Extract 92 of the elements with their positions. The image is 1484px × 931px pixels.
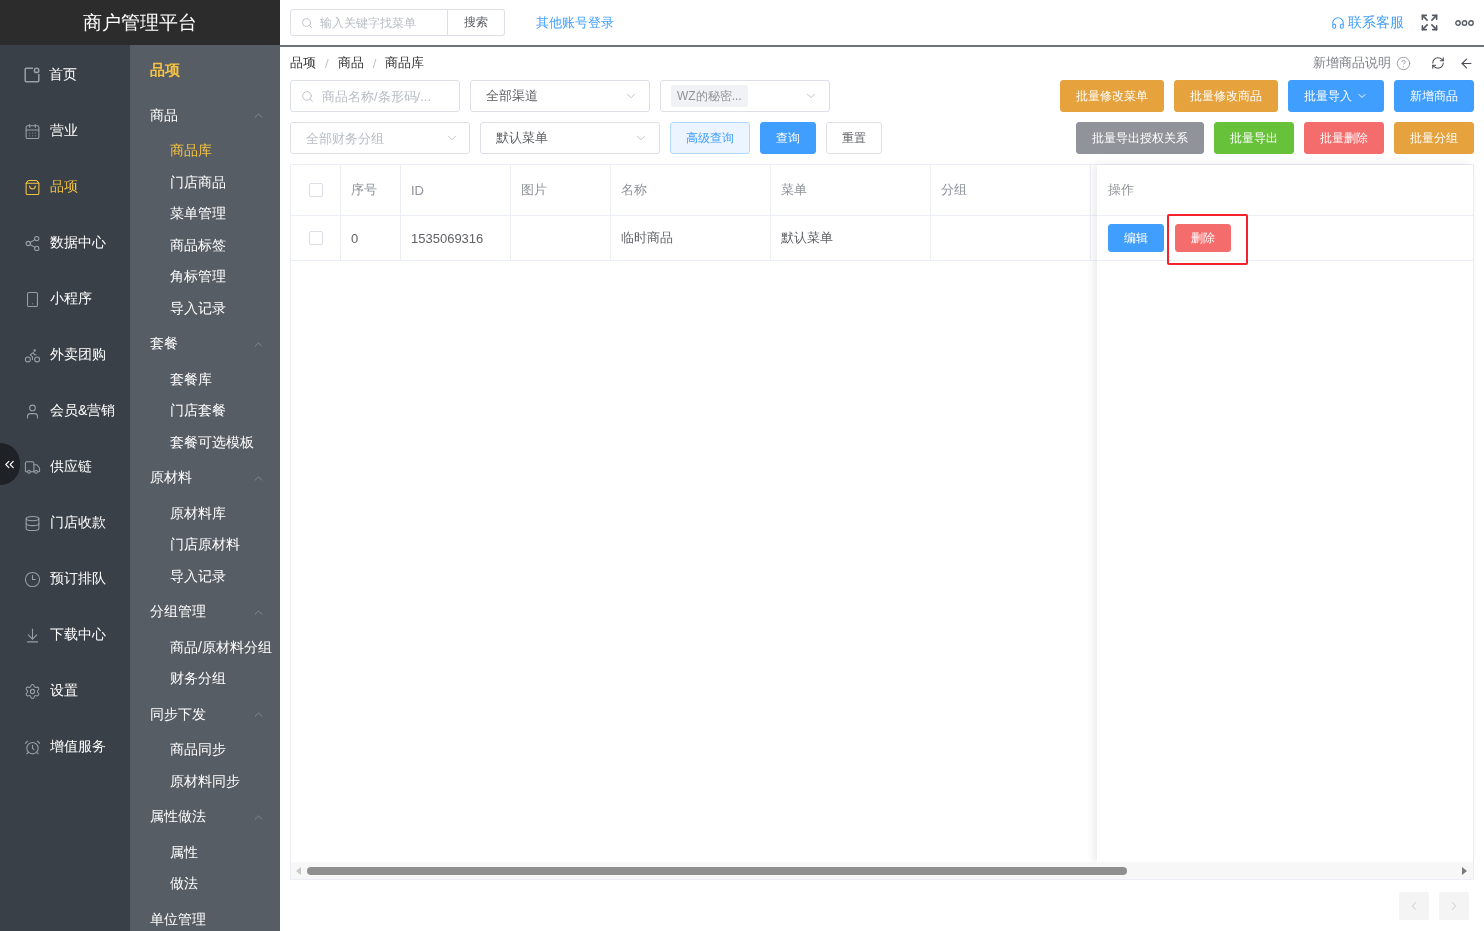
alarm-clock-icon xyxy=(24,738,41,756)
nav-subitem[interactable]: 角标管理 xyxy=(130,261,280,293)
nav-group-header[interactable]: 单位管理 xyxy=(130,900,280,931)
column-header: 图片 xyxy=(521,181,547,199)
download-icon xyxy=(24,626,41,644)
table-cell: 1535069316 xyxy=(411,230,484,246)
nav-subitem[interactable]: 套餐库 xyxy=(130,364,280,396)
nav-subitem[interactable]: 财务分组 xyxy=(130,663,280,695)
help-link[interactable]: 新增商品说明 xyxy=(1313,54,1411,72)
nav-item[interactable]: 营业 xyxy=(21,103,130,159)
menu-select[interactable]: 默认菜单 xyxy=(480,122,660,154)
column-header: 名称 xyxy=(621,181,647,199)
nav-item[interactable]: 首页 xyxy=(21,47,130,103)
nav-group-header[interactable]: 套餐 xyxy=(130,324,280,364)
share-icon xyxy=(24,234,41,252)
nav-group-header[interactable]: 分组管理 xyxy=(130,592,280,632)
clock-icon xyxy=(24,570,41,588)
back-arrow-icon[interactable] xyxy=(1459,55,1474,71)
table-cell: 0 xyxy=(351,230,359,246)
nav-subitem[interactable]: 门店套餐 xyxy=(130,395,280,427)
nav-item[interactable]: 增值服务 xyxy=(21,719,130,775)
nav-subitem[interactable]: 门店商品 xyxy=(130,167,280,199)
shopping-bag-icon xyxy=(24,178,41,196)
column-header: ID xyxy=(411,182,424,198)
scrollbar-thumb[interactable] xyxy=(307,866,1127,875)
keyword-search-field[interactable]: 商品名称/条形码/... xyxy=(290,80,460,112)
nav-subitem[interactable]: 菜单管理 xyxy=(130,198,280,230)
store-tag: WZ的秘密... xyxy=(671,85,748,107)
nav-group-header[interactable]: 属性做法 xyxy=(130,797,280,837)
breadcrumb-label: 商品库 xyxy=(385,54,425,72)
nav-subitem[interactable]: 套餐可选模板 xyxy=(130,427,280,459)
nav-group-header[interactable]: 同步下发 xyxy=(130,695,280,735)
nav-subitem[interactable]: 属性 xyxy=(130,837,280,869)
nav-item[interactable]: 外卖团购 xyxy=(21,327,130,383)
nav-item[interactable]: 下载中心 xyxy=(21,607,130,663)
bicycle-icon xyxy=(24,346,41,364)
nav-subitem[interactable]: 商品标签 xyxy=(130,230,280,262)
button[interactable]: 重置 xyxy=(826,122,882,154)
nav-subitem[interactable]: 原材料同步 xyxy=(130,766,280,798)
nav-subitem[interactable]: 导入记录 xyxy=(130,293,280,325)
nav-subitem[interactable]: 商品/原材料分组 xyxy=(130,632,280,664)
search-field[interactable]: 输入关键字找菜单 xyxy=(290,9,448,36)
nav-item[interactable]: 供应链 xyxy=(21,439,130,495)
user-icon xyxy=(24,402,41,420)
channel-select[interactable]: 全部渠道 xyxy=(470,80,650,112)
breadcrumb-separator: / xyxy=(325,55,329,71)
column-header: 分组 xyxy=(941,181,967,199)
table-cell: 临时商品 xyxy=(621,229,673,247)
nav-group-header[interactable]: 商品 xyxy=(130,96,280,136)
refresh-icon[interactable] xyxy=(1431,56,1445,70)
nav-subitem[interactable]: 商品同步 xyxy=(130,734,280,766)
nav-item[interactable]: 会员&营销 xyxy=(21,383,130,439)
help-icon xyxy=(1396,55,1411,71)
search-button[interactable]: 搜索 xyxy=(448,9,505,36)
checkbox[interactable] xyxy=(308,231,323,245)
search-icon xyxy=(301,89,314,103)
headset-icon xyxy=(1331,15,1345,30)
breadcrumb-link[interactable]: 商品 xyxy=(337,54,364,72)
table-cell: 默认菜单 xyxy=(781,229,833,247)
section-title: 品项 xyxy=(150,61,180,80)
nav-item[interactable]: 小程序 xyxy=(21,271,130,327)
nav-subitem[interactable]: 门店原材料 xyxy=(130,529,280,561)
column-header: 操作 xyxy=(1108,181,1134,199)
nav-item[interactable]: 预订排队 xyxy=(21,551,130,607)
breadcrumb-separator: / xyxy=(372,55,377,71)
scroll-left-icon[interactable] xyxy=(296,866,301,875)
nav-item[interactable]: 设置 xyxy=(21,663,130,719)
search-icon xyxy=(301,16,313,29)
brand-title: 商户管理平台 xyxy=(0,0,280,45)
finance-group-select[interactable]: 全部财务分组 xyxy=(290,122,470,154)
horizontal-scrollbar[interactable] xyxy=(291,862,1473,879)
checkbox[interactable] xyxy=(308,183,323,197)
nav-subitem[interactable]: 导入记录 xyxy=(130,561,280,593)
nav-subitem[interactable]: 原材料库 xyxy=(130,498,280,530)
nav-subitem[interactable]: 商品库 xyxy=(130,135,280,167)
more-icon[interactable] xyxy=(1455,19,1474,26)
nav-group-header[interactable]: 原材料 xyxy=(130,458,280,498)
calendar-icon xyxy=(24,122,41,140)
fullscreen-icon[interactable] xyxy=(1420,13,1439,32)
database-icon xyxy=(24,514,41,532)
nav-item[interactable]: 门店收款 xyxy=(21,495,130,551)
scroll-right-icon[interactable] xyxy=(1462,866,1467,875)
phone-icon xyxy=(24,290,41,308)
square-dot-icon xyxy=(24,67,40,83)
column-header: 菜单 xyxy=(781,181,807,199)
nav-subitem[interactable]: 做法 xyxy=(130,868,280,900)
breadcrumb-link[interactable]: 品项 xyxy=(290,54,316,72)
nav-item[interactable]: 品项 xyxy=(21,159,130,215)
truck-icon xyxy=(24,458,41,476)
nav-item[interactable]: 数据中心 xyxy=(21,215,130,271)
column-header: 序号 xyxy=(351,181,377,199)
settings-icon xyxy=(24,682,41,700)
